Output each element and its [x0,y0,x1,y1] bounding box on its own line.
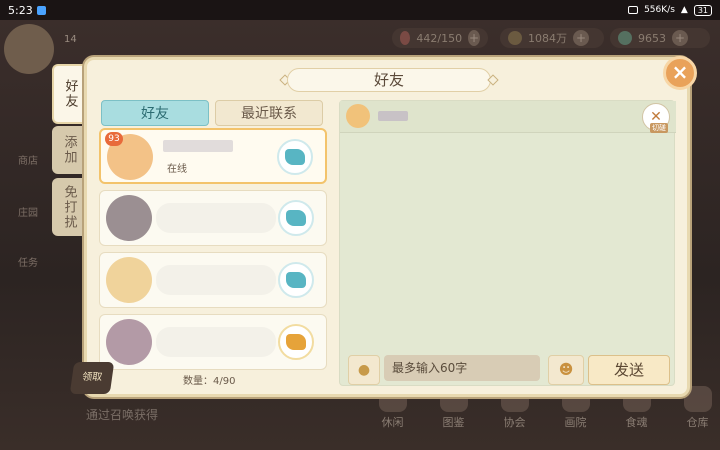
friend-item[interactable]: 93 在线 [99,128,327,184]
stamina-icon [400,31,411,45]
chat-input-bar: ● ☻ 发送 [340,353,676,387]
tab-friends[interactable]: 好友 [52,64,86,124]
friend-info [156,265,276,295]
message-input[interactable] [384,355,540,381]
avatar [106,319,152,365]
friend-list: 93 在线 [97,128,329,386]
online-status: 在线 [167,164,187,175]
gem-resource: 9653 + [610,28,710,48]
coin-resource: 1084万 + [500,28,604,48]
hand-icon [286,210,306,226]
app-notification-icon [36,5,46,15]
status-bar: 5:23 556K/s ▲ 31 [0,0,720,20]
wifi-icon: ▲ [680,5,688,15]
level-badge: 93 [105,132,123,146]
task-label[interactable]: 任务 [18,254,38,269]
avatar [106,257,152,303]
vibrate-icon [628,6,639,14]
interact-button[interactable] [278,262,314,298]
friend-info [156,203,276,233]
net-speed: 556K/s [644,5,675,15]
stamina-resource: 442/150 + [392,28,488,48]
add-stamina-button[interactable]: + [468,30,480,46]
friend-item[interactable] [99,190,327,246]
close-button[interactable]: × [663,56,697,90]
tab-add[interactable]: 添加 [52,126,86,174]
avatar [346,104,370,128]
friend-count: 数量：4/90 [183,376,236,387]
avatar [106,195,152,241]
chat-header: ✕ 切磋 [340,101,676,133]
hand-icon [286,272,306,288]
microphone-button[interactable]: ● [348,355,380,385]
hand-icon [286,334,306,350]
friend-info [156,327,276,357]
interact-button[interactable] [277,139,313,175]
chat-panel: ✕ 切磋 ● ☻ 发送 [339,100,676,387]
tab-do-not-disturb[interactable]: 免打扰 [52,178,86,236]
tab-friend-list[interactable]: 好友 [101,100,209,126]
interact-button[interactable] [278,324,314,360]
interact-button[interactable] [278,200,314,236]
add-gems-button[interactable]: + [672,30,688,46]
gem-icon [618,31,632,45]
hand-icon [285,149,305,165]
coin-icon [508,31,522,45]
friend-item[interactable] [99,252,327,308]
tab-recent-contacts[interactable]: 最近联系 [215,100,323,126]
resource-bar: 442/150 + 1084万 + 9653 + [0,24,720,52]
friends-dialog: 好友 × 好友 最近联系 93 在线 数量：4/90 ✕ 切磋 ● 最多输入60… [84,56,697,397]
send-button[interactable]: 发送 [588,355,670,385]
dialog-title: 好友 [287,68,491,92]
manor-label[interactable]: 庄园 [18,204,38,219]
clock: 5:23 [8,3,33,17]
duel-label: 切磋 [650,123,668,133]
add-coins-button[interactable]: + [573,30,589,46]
chat-partner-name [378,111,408,121]
battery-icon: 31 [693,4,712,16]
summon-hint: 通过召唤获得 [86,408,159,422]
shop-label[interactable]: 商店 [18,152,38,167]
emoji-button[interactable]: ☻ [548,355,584,385]
claim-button[interactable]: 领取 [69,362,115,394]
friend-name [163,140,233,152]
friend-item[interactable] [99,314,327,370]
